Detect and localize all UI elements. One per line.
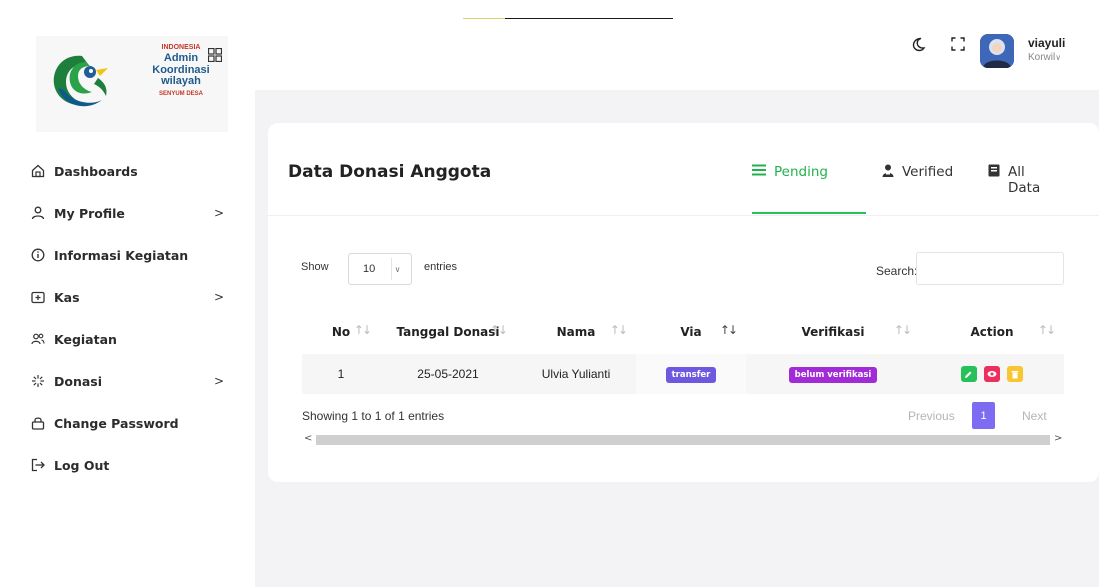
grid-toggle-icon[interactable] xyxy=(208,48,222,62)
horizontal-scrollbar[interactable]: < > xyxy=(302,433,1064,447)
active-tab-indicator xyxy=(752,212,866,214)
sidebar: INDONESIA Admin Koordinasi wilayah SENYU… xyxy=(0,0,255,587)
scrollbar-thumb[interactable] xyxy=(316,435,1050,445)
cell-verifikasi: belum verifikasi xyxy=(746,354,920,394)
lock-icon xyxy=(30,415,46,431)
table-header-row: No ↑↓ Tanggal Donasi ↑↓ Nama ↑↓ Via ↑↓ Verif… xyxy=(302,310,1064,354)
sidebar-item-change-password[interactable]: Change Password xyxy=(0,402,255,444)
donation-card: Data Donasi Anggota Pending Verified All… xyxy=(268,123,1099,482)
sidebar-item-label: Informasi Kegiatan xyxy=(54,247,189,263)
tab-label: Pending xyxy=(774,164,828,180)
sort-icon: ↑↓ xyxy=(353,323,372,337)
scroll-right-icon[interactable]: > xyxy=(1054,433,1062,444)
brand-line3: SENYUM DESA xyxy=(158,90,203,97)
sort-icon: ↑↓ xyxy=(489,323,508,337)
chevron-down-icon: ∨ xyxy=(391,258,403,280)
loading-bar xyxy=(463,18,673,19)
cell-action xyxy=(920,354,1064,394)
via-badge: transfer xyxy=(665,366,717,383)
sidebar-item-dashboards[interactable]: Dashboards xyxy=(0,150,255,192)
pagination-previous[interactable]: Previous xyxy=(908,409,955,423)
entries-select[interactable]: 10 ∨ xyxy=(348,253,412,285)
tab-all-data[interactable]: All Data xyxy=(988,161,1040,215)
search-label: Search: xyxy=(876,264,918,278)
sidebar-item-label: My Profile xyxy=(54,205,125,221)
chevron-right-icon: > xyxy=(214,206,225,220)
moon-icon[interactable] xyxy=(910,36,926,52)
pagination-page-current[interactable]: 1 xyxy=(972,402,995,429)
table-info: Showing 1 to 1 of 1 entries xyxy=(302,409,445,423)
search-input[interactable] xyxy=(916,252,1064,285)
entries-value: 10 xyxy=(363,263,376,275)
column-header-verifikasi[interactable]: Verifikasi ↑↓ xyxy=(746,310,920,354)
sort-icon: ↑↓ xyxy=(719,323,738,337)
sidebar-item-label: Dashboards xyxy=(54,163,138,179)
wallet-icon xyxy=(30,289,46,305)
pencil-icon xyxy=(965,371,972,378)
cell-via: transfer xyxy=(636,354,746,394)
tab-pending[interactable]: Pending xyxy=(752,161,866,215)
donation-table: No ↑↓ Tanggal Donasi ↑↓ Nama ↑↓ Via ↑↓ Verif… xyxy=(302,310,1064,394)
users-icon xyxy=(30,331,46,347)
home-icon xyxy=(30,163,46,179)
entries-label: entries xyxy=(424,261,458,273)
pagination-next[interactable]: Next xyxy=(1022,409,1047,423)
sort-icon: ↑↓ xyxy=(1037,323,1056,337)
sidebar-item-my-profile[interactable]: My Profile > xyxy=(0,192,255,234)
top-bar xyxy=(255,0,1099,90)
spark-icon xyxy=(30,373,46,389)
user-role-label: Korwil xyxy=(1028,52,1056,63)
tab-label: All Data xyxy=(1008,164,1041,196)
sidebar-item-log-out[interactable]: Log Out xyxy=(0,444,255,486)
sidebar-item-kas[interactable]: Kas > xyxy=(0,276,255,318)
eye-icon xyxy=(987,371,997,377)
peacock-logo-icon xyxy=(53,55,108,107)
column-header-tanggal[interactable]: Tanggal Donasi ↑↓ xyxy=(380,310,516,354)
cell-tanggal: 25-05-2021 xyxy=(380,354,516,394)
book-icon xyxy=(988,164,1000,177)
show-label: Show xyxy=(301,261,329,273)
sidebar-menu: Dashboards My Profile > Informasi Kegiat… xyxy=(0,150,255,486)
tab-label: Verified xyxy=(902,164,954,180)
column-header-action[interactable]: Action ↑↓ xyxy=(920,310,1064,354)
column-header-via[interactable]: Via ↑↓ xyxy=(636,310,746,354)
user-check-icon xyxy=(882,164,894,177)
column-header-nama[interactable]: Nama ↑↓ xyxy=(516,310,636,354)
sidebar-item-informasi-kegiatan[interactable]: Informasi Kegiatan xyxy=(0,234,255,276)
logout-icon xyxy=(30,457,46,473)
delete-button[interactable] xyxy=(1007,366,1024,382)
view-button[interactable] xyxy=(984,366,1000,382)
sidebar-item-label: Change Password xyxy=(54,415,179,431)
scroll-left-icon[interactable]: < xyxy=(304,433,312,444)
table-row: 1 25-05-2021 Ulvia Yulianti transfer bel… xyxy=(302,354,1064,394)
chevron-right-icon: > xyxy=(214,290,225,304)
trash-icon xyxy=(1011,370,1019,378)
tab-verified[interactable]: Verified xyxy=(882,161,953,215)
sort-icon: ↑↓ xyxy=(609,323,628,337)
sidebar-item-label: Log Out xyxy=(54,457,110,473)
status-badge: belum verifikasi xyxy=(788,366,878,383)
chevron-right-icon: > xyxy=(214,374,225,388)
divider xyxy=(268,215,1099,216)
sidebar-item-label: Donasi xyxy=(54,373,103,389)
sidebar-item-label: Kas xyxy=(54,289,80,305)
edit-button[interactable] xyxy=(960,366,977,382)
list-icon xyxy=(752,164,766,176)
brand-logo[interactable]: INDONESIA Admin Koordinasi wilayah SENYU… xyxy=(36,36,228,132)
sidebar-item-kegiatan[interactable]: Kegiatan xyxy=(0,318,255,360)
cell-nama: Ulvia Yulianti xyxy=(516,354,636,394)
fullscreen-icon[interactable] xyxy=(950,36,966,52)
chevron-down-icon: ∨ xyxy=(1055,53,1062,62)
column-header-no[interactable]: No ↑↓ xyxy=(302,310,380,354)
user-role-dropdown[interactable]: Korwil∨ xyxy=(1028,52,1061,63)
page-title: Data Donasi Anggota xyxy=(288,162,492,182)
cell-no: 1 xyxy=(302,354,380,394)
user-icon xyxy=(30,205,46,221)
avatar[interactable] xyxy=(980,34,1014,68)
sidebar-item-donasi[interactable]: Donasi > xyxy=(0,360,255,402)
sidebar-item-label: Kegiatan xyxy=(54,331,117,347)
user-name[interactable]: viayuli xyxy=(1028,36,1065,50)
sort-icon: ↑↓ xyxy=(893,323,912,337)
info-icon xyxy=(30,247,46,263)
